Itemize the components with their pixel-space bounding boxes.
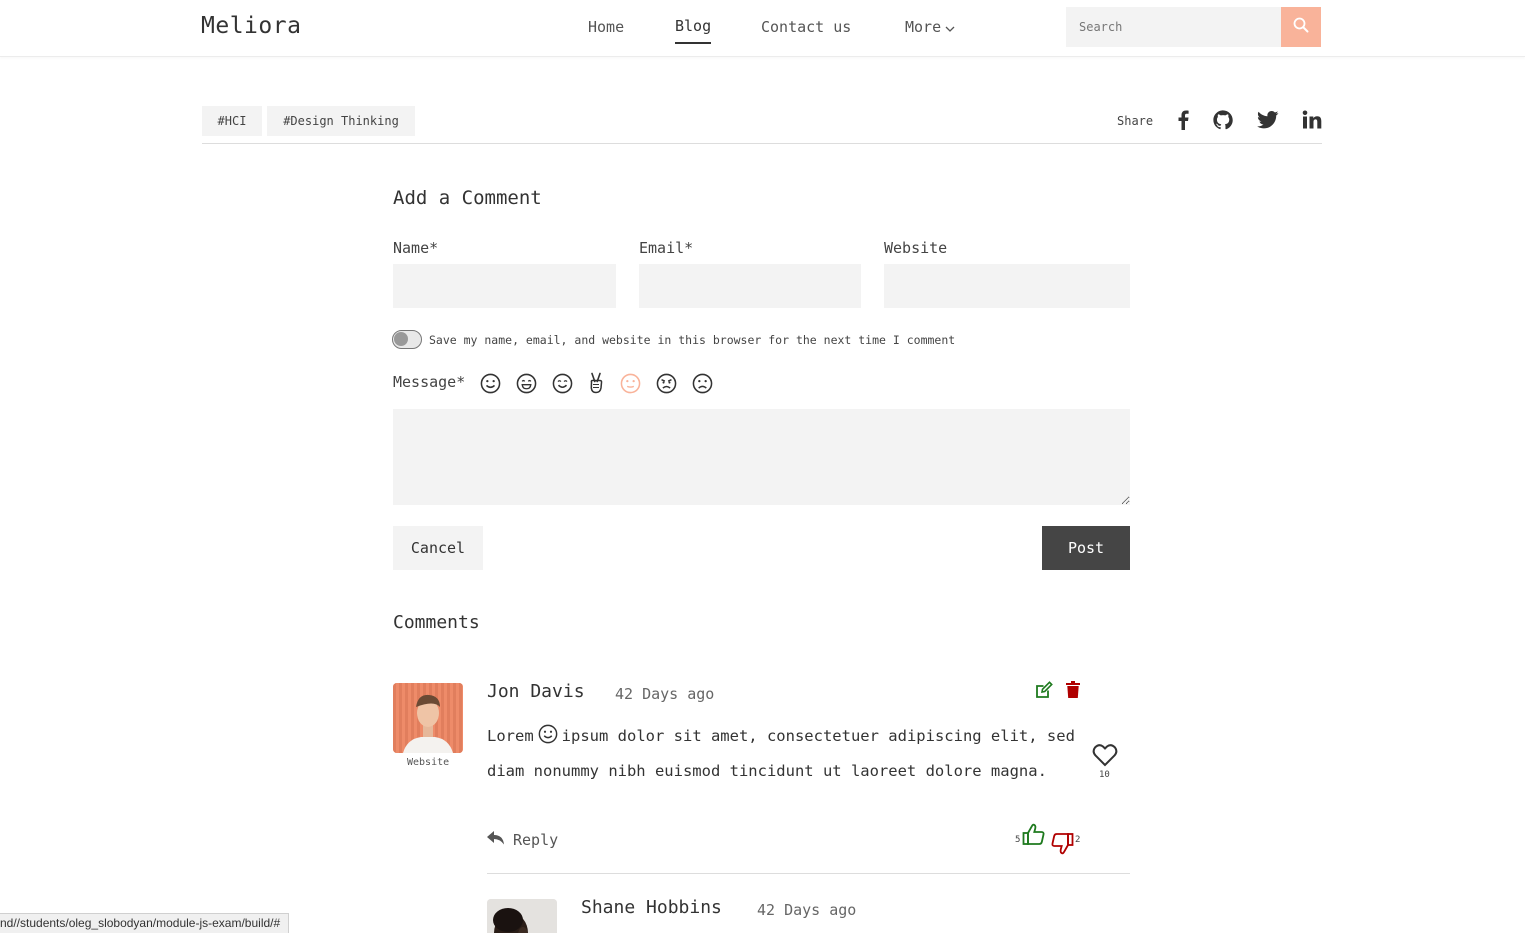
neutral-face-icon[interactable] [619,372,641,394]
smile-icon [538,723,558,755]
tags-divider [202,143,1322,144]
search-button[interactable] [1281,7,1321,47]
add-comment-title: Add a Comment [393,187,542,209]
github-icon[interactable] [1211,108,1235,132]
comment-text-start: Lorem [487,727,534,745]
angry-face-icon[interactable] [655,372,677,394]
reply-label: Reply [513,831,559,849]
email-label: Email* [639,239,694,257]
reply-icon [487,831,505,849]
post-button[interactable]: Post [1042,526,1130,570]
avatar[interactable] [487,899,557,933]
trash-icon[interactable] [1066,681,1082,699]
search-input[interactable] [1066,7,1281,47]
comment-divider [487,873,1130,874]
chevron-down-icon [945,19,955,37]
reply-button[interactable]: Reply [487,831,558,849]
message-textarea[interactable] [393,409,1130,505]
name-label: Name* [393,239,439,257]
website-field[interactable] [884,264,1130,308]
nav-blog[interactable]: Blog [675,17,712,44]
name-field[interactable] [393,264,616,308]
comments-title: Comments [393,612,480,633]
sad-face-icon[interactable] [691,372,713,394]
comment-timestamp: 42 Days ago [757,901,857,919]
like-count: 10 [1099,770,1110,780]
thumbs-up-icon[interactable] [1022,823,1046,847]
avatar[interactable] [393,683,463,753]
tag-design-thinking[interactable]: #Design Thinking [267,106,415,136]
author-website-link[interactable]: Website [407,757,449,768]
message-label: Message* [393,373,466,391]
nav-more-label: More [905,18,942,36]
smile-icon[interactable] [479,372,501,394]
search-icon [1293,17,1309,37]
edit-icon[interactable] [1035,681,1053,699]
site-header: Meliora Home Blog Contact us More [0,0,1525,57]
site-logo[interactable]: Meliora [201,13,301,39]
nav-home[interactable]: Home [588,18,624,36]
cancel-button[interactable]: Cancel [393,526,483,570]
nav-more-dropdown[interactable]: More [905,18,955,37]
browser-status-bar: nd//students/oleg_slobodyan/module-js-ex… [0,913,290,933]
website-label: Website [884,239,948,257]
linkedin-icon[interactable] [1300,108,1324,132]
comment-timestamp: 42 Days ago [615,685,715,703]
nav-contact-us[interactable]: Contact us [761,18,851,36]
comment-author[interactable]: Jon Davis [487,681,585,702]
tag-hci[interactable]: #HCI [202,106,262,136]
save-info-text: Save my name, email, and website in this… [429,333,956,347]
heart-icon[interactable] [1092,743,1118,767]
twitter-icon[interactable] [1256,108,1280,132]
upvote-count: 5 [1015,835,1021,845]
happy-icon[interactable] [551,372,573,394]
toggle-knob [394,332,408,346]
grin-icon[interactable] [515,372,537,394]
peace-hand-icon[interactable] [585,372,607,394]
comment-text-rest: ipsum dolor sit amet, consectetuer adipi… [487,727,1075,780]
comment-body: Lorem ipsum dolor sit amet, consectetuer … [487,720,1077,787]
comment-author[interactable]: Shane Hobbins [581,897,722,918]
facebook-icon[interactable] [1171,108,1195,132]
downvote-count: 2 [1075,835,1081,845]
thumbs-down-icon[interactable] [1050,832,1074,856]
email-field[interactable] [639,264,861,308]
share-label: Share [1117,114,1154,128]
save-info-toggle[interactable] [392,330,422,349]
